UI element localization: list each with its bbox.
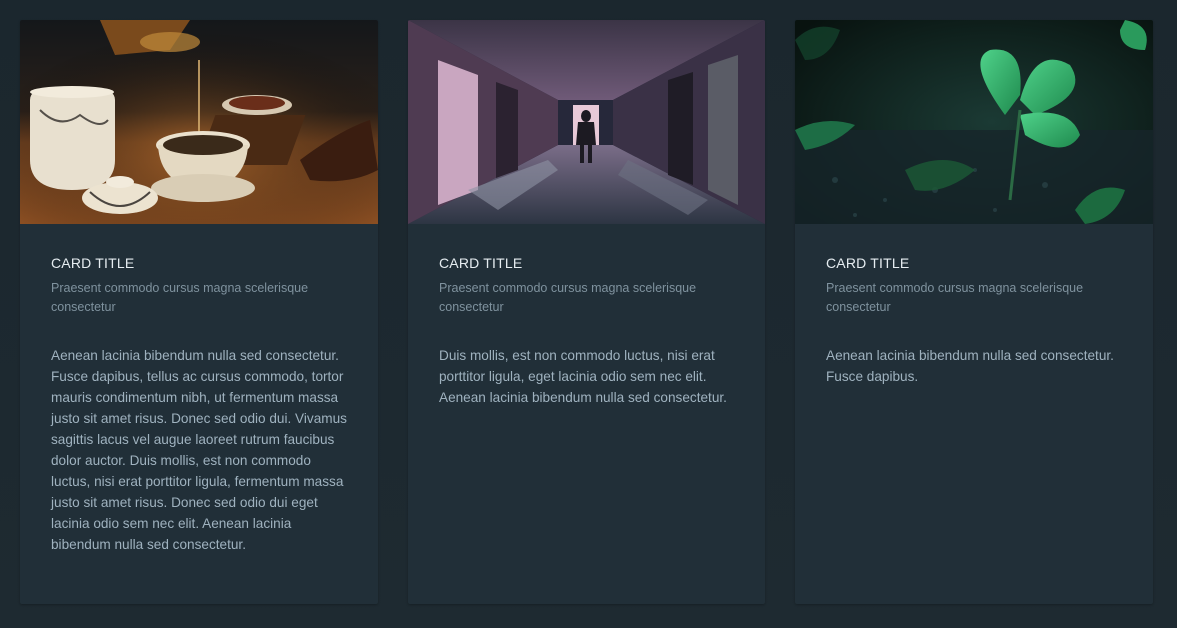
tea-ceremony-image	[20, 20, 378, 224]
card-body: CARD TITLE Praesent commodo cursus magna…	[408, 224, 765, 408]
card-subtitle: Praesent commodo cursus magna scelerisqu…	[439, 281, 697, 314]
strawberry-leaf-image	[795, 20, 1153, 224]
card-text: Duis mollis, est non commodo luctus, nis…	[439, 348, 727, 405]
card-image-tea	[20, 20, 378, 224]
card-text: Aenean lacinia bibendum nulla sed consec…	[826, 348, 1114, 384]
card-title: CARD TITLE	[439, 255, 523, 271]
card-text: Aenean lacinia bibendum nulla sed consec…	[51, 348, 347, 552]
abandoned-hallway-image	[408, 20, 765, 224]
card-subtitle: Praesent commodo cursus magna scelerisqu…	[51, 281, 309, 314]
card-image-leaf	[795, 20, 1153, 224]
card: CARD TITLE Praesent commodo cursus magna…	[795, 20, 1153, 604]
card: CARD TITLE Praesent commodo cursus magna…	[20, 20, 378, 604]
card-body: CARD TITLE Praesent commodo cursus magna…	[20, 224, 378, 555]
card-title: CARD TITLE	[826, 255, 910, 271]
card-title: CARD TITLE	[51, 255, 135, 271]
card-image-hallway	[408, 20, 765, 224]
card-body: CARD TITLE Praesent commodo cursus magna…	[795, 224, 1153, 387]
card: CARD TITLE Praesent commodo cursus magna…	[408, 20, 765, 604]
card-subtitle: Praesent commodo cursus magna scelerisqu…	[826, 281, 1084, 314]
card-grid: CARD TITLE Praesent commodo cursus magna…	[20, 20, 1153, 604]
